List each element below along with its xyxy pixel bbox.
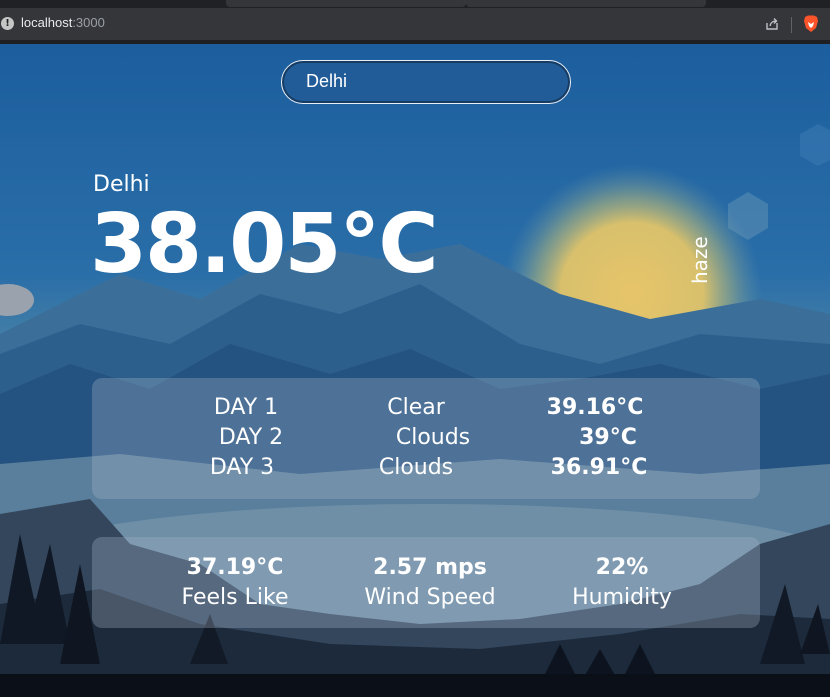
share-icon[interactable]	[764, 16, 780, 32]
forecast-condition: Clouds	[378, 455, 454, 480]
weather-condition: haze	[688, 236, 712, 284]
tab-edge[interactable]	[466, 0, 706, 7]
forecast-condition: Clouds	[395, 425, 471, 450]
current-temperature: 38.05°C	[90, 197, 439, 292]
tab-edge[interactable]	[226, 0, 466, 7]
forecast-temp: 36.91°C	[550, 455, 648, 480]
address-bar[interactable]: localhost:3000	[21, 15, 105, 30]
forecast-panel: DAY 1 Clear 39.16°C DAY 2 Clouds 39°C DA…	[92, 378, 760, 499]
forecast-temp: 39°C	[579, 425, 637, 450]
forecast-day: DAY 2	[218, 425, 284, 450]
forecast-day: DAY 1	[213, 395, 279, 420]
url-host: localhost	[21, 15, 73, 30]
info-icon[interactable]: !	[1, 17, 14, 30]
city-search-input[interactable]: Delhi	[281, 60, 571, 104]
feels-like-value: 37.19°C	[186, 555, 284, 580]
toolbar-divider	[791, 17, 792, 33]
forecast-temp: 39.16°C	[546, 395, 644, 420]
wind-speed-value: 2.57 mps	[373, 555, 487, 580]
forecast-day: DAY 3	[209, 455, 275, 480]
url-port: :3000	[72, 15, 105, 30]
wind-speed-label: Wind Speed	[364, 585, 496, 610]
weather-app: Delhi Delhi 38.05°C haze DAY 1 Clear 39.…	[0, 44, 830, 697]
humidity-value: 22%	[595, 555, 649, 580]
humidity-label: Humidity	[572, 585, 672, 610]
brave-lion-icon[interactable]	[803, 15, 819, 33]
forecast-condition: Clear	[387, 395, 445, 420]
feels-like-label: Feels Like	[181, 585, 289, 610]
city-name: Delhi	[93, 172, 150, 197]
stats-panel: 37.19°C Feels Like 2.57 mps Wind Speed 2…	[92, 537, 760, 628]
browser-toolbar: ! localhost:3000	[0, 8, 830, 40]
tab-strip	[0, 0, 830, 8]
